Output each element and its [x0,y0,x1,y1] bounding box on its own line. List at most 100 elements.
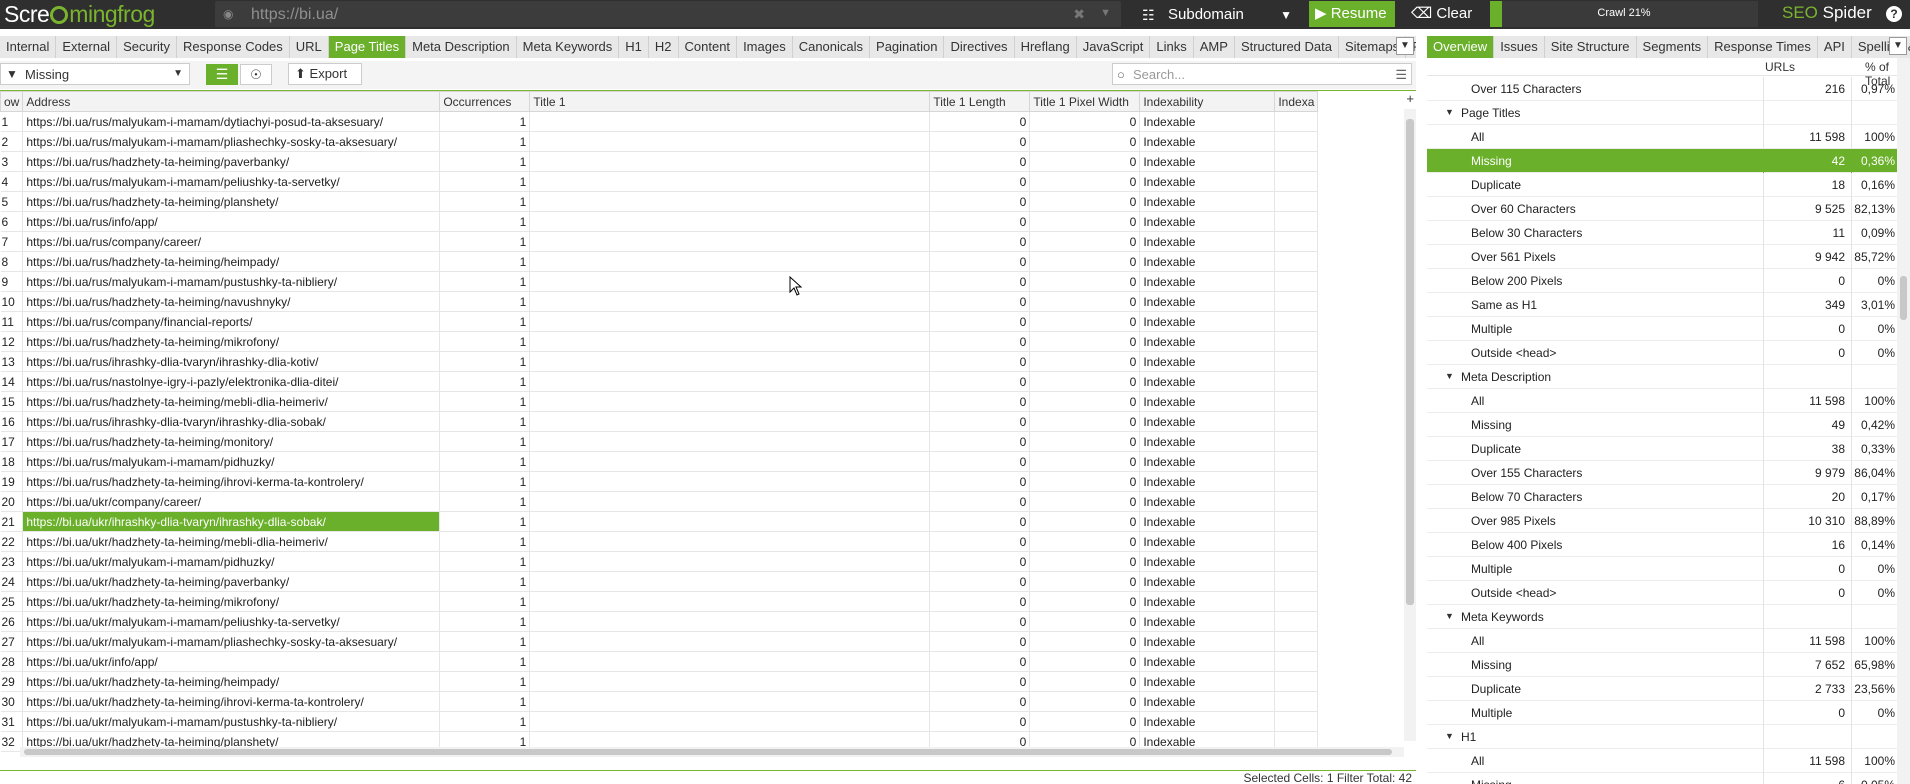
overview-section-meta-description[interactable]: ▼ Meta Description [1427,365,1897,389]
indexability-status-cell[interactable] [1274,671,1319,692]
overview-item[interactable]: Duplicate 2 733 23,56% [1427,677,1897,701]
tab-structured-data[interactable]: Structured Data [1235,36,1339,58]
title-length-cell[interactable]: 0 [929,511,1031,532]
table-row[interactable]: 3 https://bi.ua/rus/hadzhety-ta-heiming/p… [0,151,1319,172]
title-cell[interactable] [529,491,931,512]
title-cell[interactable] [529,151,931,172]
table-row[interactable]: 12 https://bi.ua/rus/hadzhety-ta-heiming/… [0,331,1319,352]
title-length-cell[interactable]: 0 [929,271,1031,292]
address-cell[interactable]: https://bi.ua/rus/hadzhety-ta-heiming/he… [22,251,441,272]
row-number[interactable]: 23 [0,551,24,572]
overview-item[interactable]: Duplicate 38 0,33% [1427,437,1897,461]
tab-directives[interactable]: Directives [944,36,1015,58]
title-pixel-width-cell[interactable]: 0 [1029,511,1141,532]
title-length-cell[interactable]: 0 [929,611,1031,632]
indexability-status-cell[interactable] [1274,431,1319,452]
indexability-status-cell[interactable] [1274,311,1319,332]
indexability-cell[interactable]: Indexable [1139,311,1276,332]
overview-item[interactable]: Multiple 0 0% [1427,557,1897,581]
table-row[interactable]: 13 https://bi.ua/rus/ihrashky-dlia-tvaryn… [0,351,1319,372]
title-cell[interactable] [529,171,931,192]
row-number[interactable]: 15 [0,391,24,412]
title-length-cell[interactable]: 0 [929,351,1031,372]
indexability-cell[interactable]: Indexable [1139,591,1276,612]
title-length-cell[interactable]: 0 [929,431,1031,452]
tab-meta-keywords[interactable]: Meta Keywords [517,36,620,58]
title-cell[interactable] [529,211,931,232]
occurrences-cell[interactable]: 1 [439,711,531,732]
indexability-cell[interactable]: Indexable [1139,691,1276,712]
title-length-cell[interactable]: 0 [929,651,1031,672]
overview-item[interactable]: Below 30 Characters 11 0,09% [1427,221,1897,245]
title-length-cell[interactable]: 0 [929,371,1031,392]
overview-item[interactable]: Same as H1 349 3,01% [1427,293,1897,317]
title-pixel-width-cell[interactable]: 0 [1029,711,1141,732]
indexability-status-cell[interactable] [1274,531,1319,552]
address-cell[interactable]: https://bi.ua/rus/hadzhety-ta-heiming/me… [22,391,441,412]
title-cell[interactable] [529,431,931,452]
indexability-cell[interactable]: Indexable [1139,451,1276,472]
row-number[interactable]: 2 [0,131,24,152]
row-number[interactable]: 14 [0,371,24,392]
title-length-cell[interactable]: 0 [929,591,1031,612]
column-header-occurrences[interactable]: Occurrences [439,91,531,112]
title-pixel-width-cell[interactable]: 0 [1029,391,1141,412]
title-length-cell[interactable]: 0 [929,151,1031,172]
indexability-cell[interactable]: Indexable [1139,251,1276,272]
column-header-ow[interactable]: ow [0,91,24,112]
table-row[interactable]: 2 https://bi.ua/rus/malyukam-i-mamam/plia… [0,131,1319,152]
title-cell[interactable] [529,271,931,292]
indexability-status-cell[interactable] [1274,471,1319,492]
title-length-cell[interactable]: 0 [929,211,1031,232]
indexability-status-cell[interactable] [1274,171,1319,192]
overview-item[interactable]: Missing 49 0,42% [1427,413,1897,437]
indexability-cell[interactable]: Indexable [1139,571,1276,592]
address-cell[interactable]: https://bi.ua/ukr/malyukam-i-mamam/pustu… [22,711,441,732]
title-length-cell[interactable]: 0 [929,231,1031,252]
table-row[interactable]: 9 https://bi.ua/rus/malyukam-i-mamam/pust… [0,271,1319,292]
occurrences-cell[interactable]: 1 [439,151,531,172]
title-pixel-width-cell[interactable]: 0 [1029,271,1141,292]
occurrences-cell[interactable]: 1 [439,251,531,272]
table-row[interactable]: 16 https://bi.ua/rus/ihrashky-dlia-tvaryn… [0,411,1319,432]
side-tab-response-times[interactable]: Response Times [1708,36,1818,58]
title-length-cell[interactable]: 0 [929,471,1031,492]
expand-caret-icon[interactable]: ▼ [1445,611,1454,621]
address-cell[interactable]: https://bi.ua/rus/nastolnye-igry-i-pazly… [22,371,441,392]
address-cell[interactable]: https://bi.ua/rus/malyukam-i-mamam/pustu… [22,271,441,292]
indexability-cell[interactable]: Indexable [1139,651,1276,672]
table-row[interactable]: 18 https://bi.ua/rus/malyukam-i-mamam/pid… [0,451,1319,472]
table-row[interactable]: 27 https://bi.ua/ukr/malyukam-i-mamam/pli… [0,631,1319,652]
expand-caret-icon[interactable]: ▼ [1445,731,1454,741]
overview-item[interactable]: All 11 598 100% [1427,125,1897,149]
title-cell[interactable] [529,651,931,672]
search-box[interactable]: ○ ☰ [1112,63,1412,85]
occurrences-cell[interactable]: 1 [439,411,531,432]
row-number[interactable]: 31 [0,711,24,732]
title-cell[interactable] [529,531,931,552]
overview-item[interactable]: Over 155 Characters 9 979 86,04% [1427,461,1897,485]
indexability-status-cell[interactable] [1274,231,1319,252]
row-number[interactable]: 9 [0,271,24,292]
occurrences-cell[interactable]: 1 [439,231,531,252]
overview-item[interactable]: Missing 42 0,36% [1427,149,1897,173]
indexability-cell[interactable]: Indexable [1139,291,1276,312]
title-cell[interactable] [529,631,931,652]
occurrences-cell[interactable]: 1 [439,351,531,372]
occurrences-cell[interactable]: 1 [439,111,531,132]
table-row[interactable]: 5 https://bi.ua/rus/hadzhety-ta-heiming/p… [0,191,1319,212]
tab-canonicals[interactable]: Canonicals [793,36,871,58]
clear-url-icon[interactable]: ✖ [1073,6,1085,23]
tab-security[interactable]: Security [117,36,178,58]
address-cell[interactable]: https://bi.ua/rus/malyukam-i-mamam/plias… [22,131,441,152]
row-number[interactable]: 6 [0,211,24,232]
table-row[interactable]: 25 https://bi.ua/ukr/hadzhety-ta-heiming/… [0,591,1319,612]
address-cell[interactable]: https://bi.ua/rus/info/app/ [22,211,441,232]
title-length-cell[interactable]: 0 [929,491,1031,512]
title-cell[interactable] [529,231,931,252]
row-number[interactable]: 18 [0,451,24,472]
list-view-button[interactable]: ☰ [206,64,238,85]
table-row[interactable]: 6 https://bi.ua/rus/info/app/1 0 0 Indexable [0,211,1319,232]
indexability-status-cell[interactable] [1274,591,1319,612]
occurrences-cell[interactable]: 1 [439,491,531,512]
